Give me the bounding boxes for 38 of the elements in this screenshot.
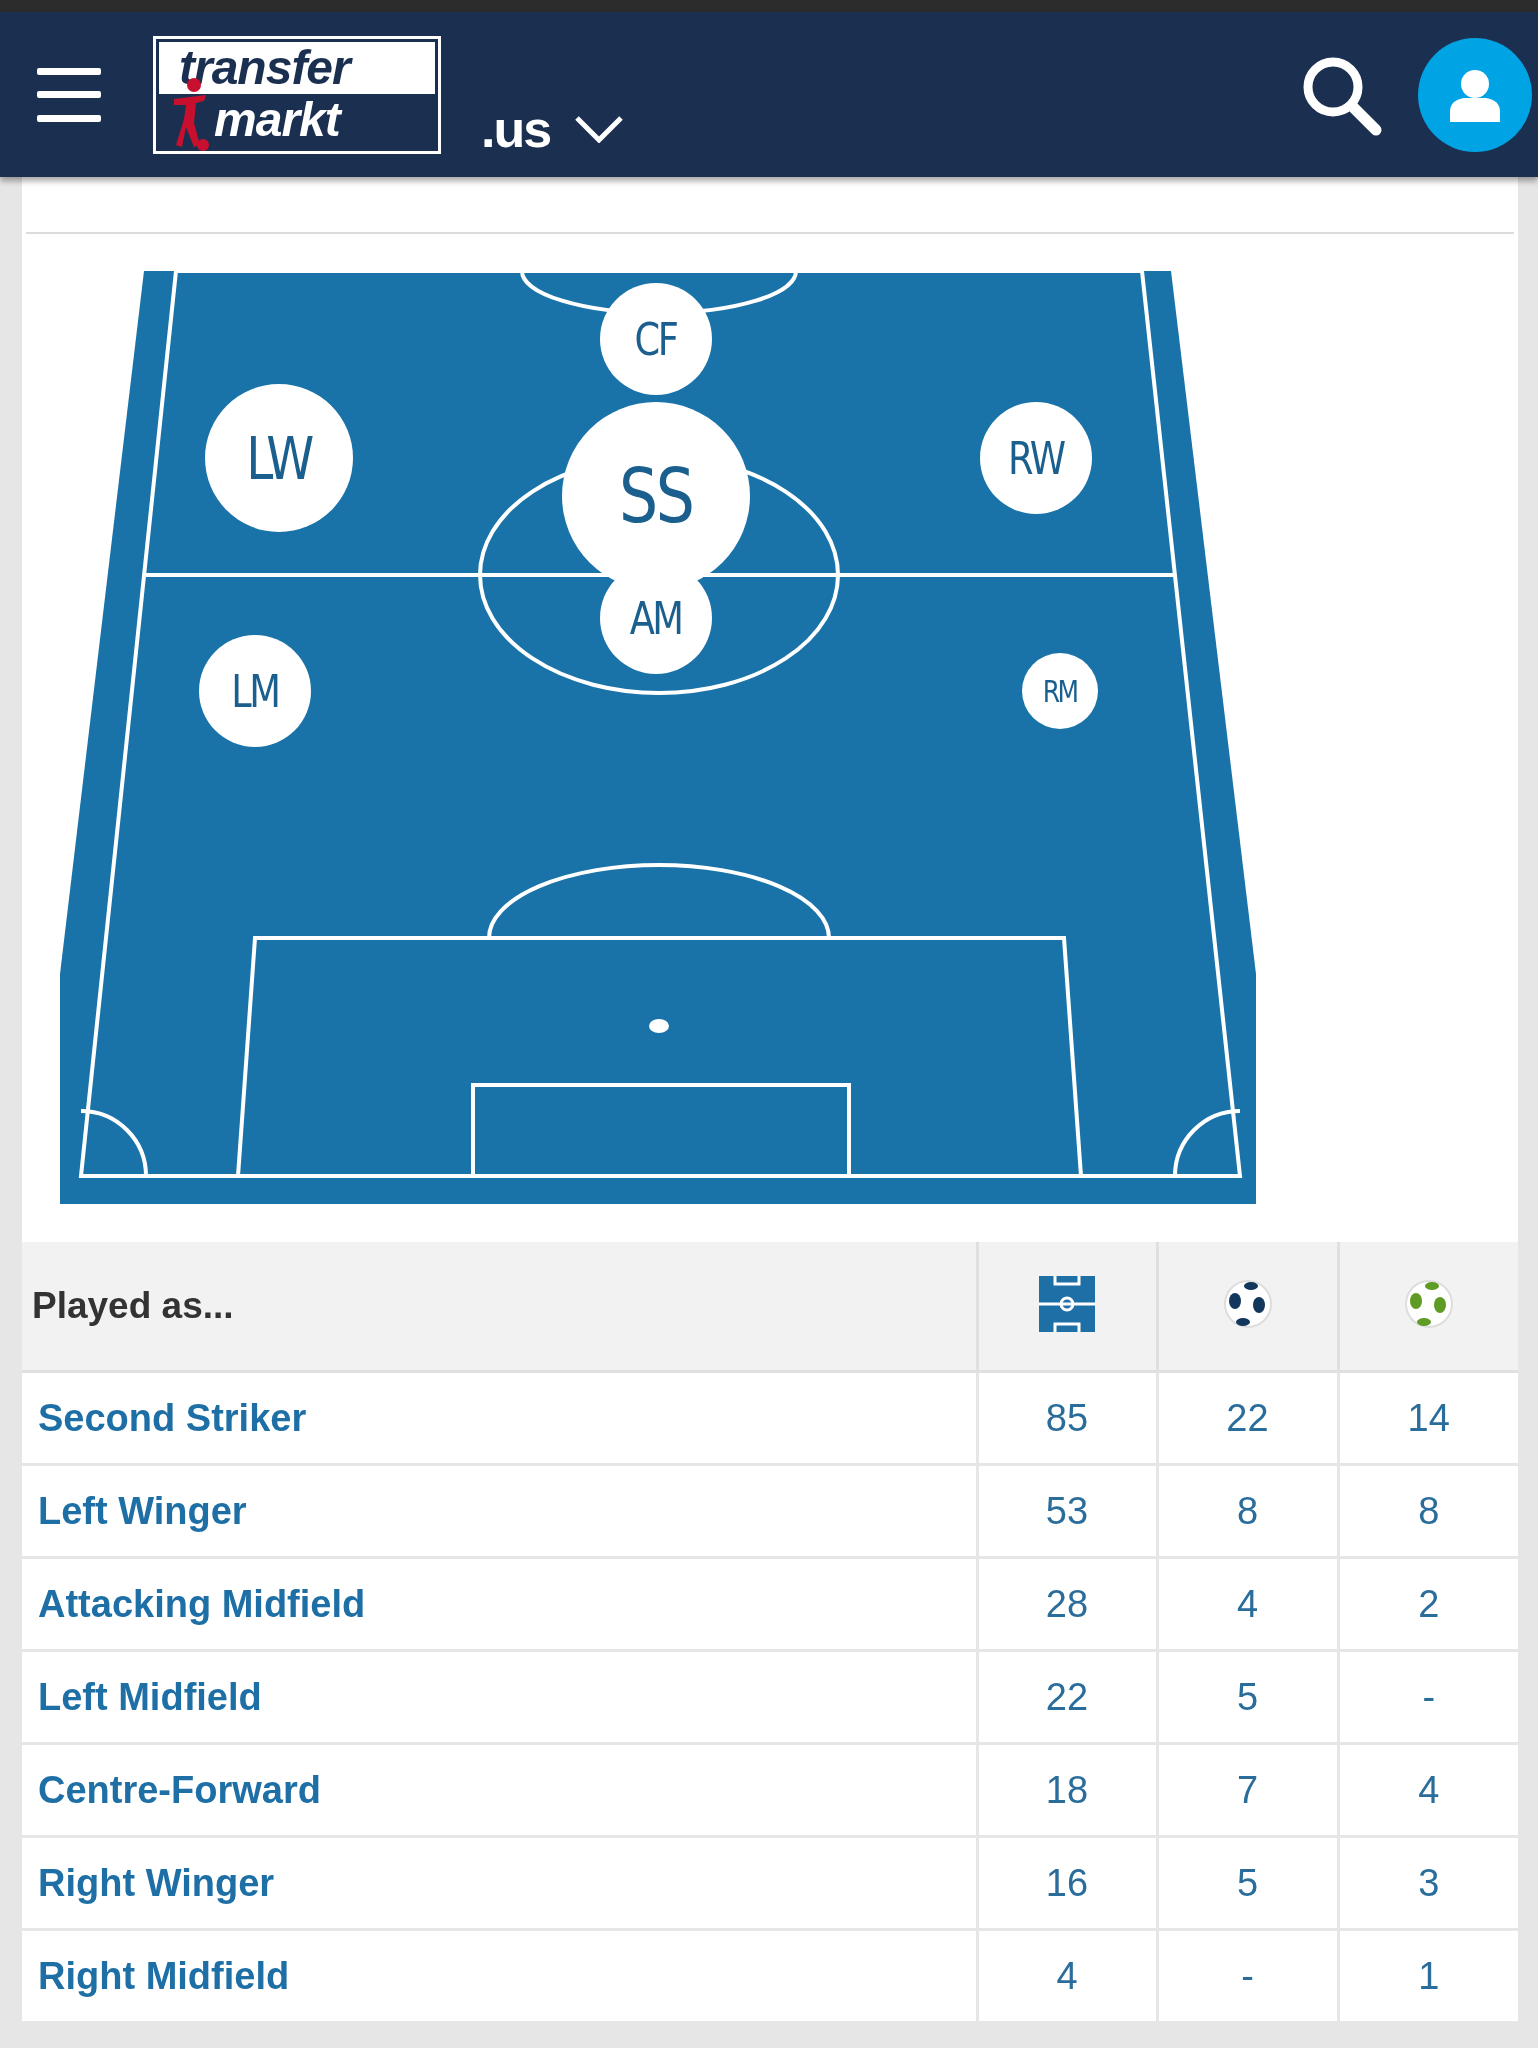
ball-icon <box>1403 1279 1454 1329</box>
stat-value: - <box>1422 1675 1436 1718</box>
stat-value: 22 <box>1226 1396 1269 1439</box>
column-header: Played as... <box>32 1285 234 1326</box>
stat-value: 5 <box>1236 1861 1259 1904</box>
stat-value: 8 <box>1418 1489 1440 1532</box>
position-link[interactable]: Right Winger <box>38 1861 275 1904</box>
stat-value: 8 <box>1236 1489 1259 1532</box>
stat-value: 4 <box>1236 1582 1259 1625</box>
position-link[interactable]: Right Midfield <box>38 1954 290 1997</box>
stat-value: 2 <box>1418 1582 1440 1625</box>
pitch-icon <box>1039 1276 1095 1332</box>
stat-value: 4 <box>1418 1768 1440 1811</box>
stat-value: 14 <box>1407 1396 1450 1439</box>
position-link[interactable]: Attacking Midfield <box>38 1582 366 1625</box>
ball-icon <box>1222 1279 1273 1329</box>
stat-value: 53 <box>1045 1489 1089 1532</box>
position-link[interactable]: Centre-Forward <box>38 1768 321 1811</box>
stat-value: 28 <box>1045 1582 1089 1625</box>
stat-value: 4 <box>1056 1954 1078 1997</box>
stat-value: 7 <box>1236 1768 1259 1811</box>
stat-value: 85 <box>1045 1396 1089 1439</box>
stat-value: - <box>1241 1954 1254 1997</box>
stat-value: 3 <box>1418 1861 1440 1904</box>
logo[interactable]: transfer markt <box>153 35 441 154</box>
user-icon <box>1448 67 1502 122</box>
stat-value: 16 <box>1045 1861 1089 1904</box>
stat-value: 1 <box>1418 1954 1440 1997</box>
position-link[interactable]: Second Striker <box>38 1396 307 1439</box>
position-link[interactable]: Left Midfield <box>38 1675 262 1718</box>
chevron-down-icon <box>574 115 625 143</box>
stat-value: 5 <box>1236 1675 1259 1718</box>
logo-text: transfer <box>159 41 435 94</box>
domain-dropdown[interactable]: .us <box>481 99 625 159</box>
position-link[interactable]: Left Winger <box>38 1489 247 1532</box>
stat-value: 22 <box>1045 1675 1089 1718</box>
menu-button[interactable] <box>37 67 101 122</box>
stat-value: 18 <box>1045 1768 1089 1811</box>
